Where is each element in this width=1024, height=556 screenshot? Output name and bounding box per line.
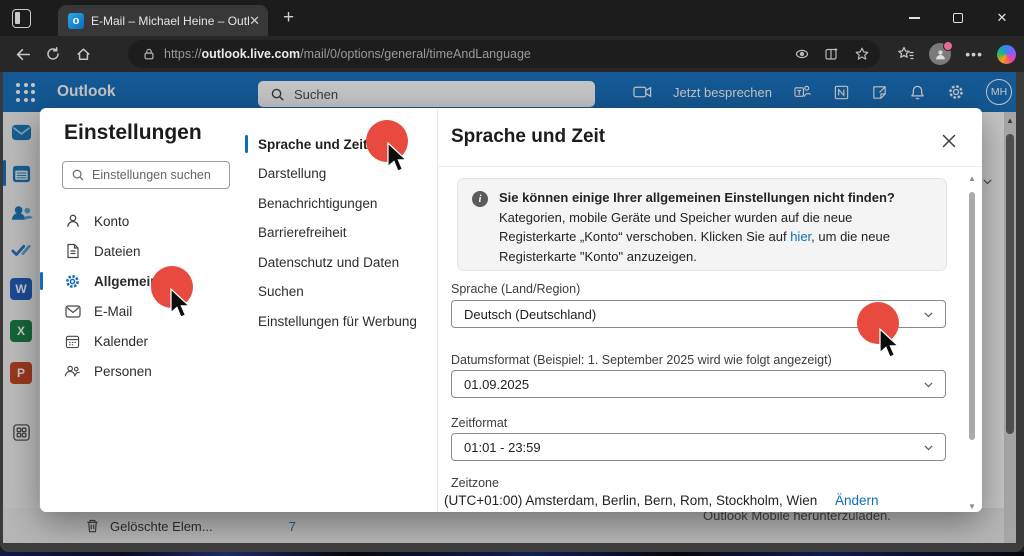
cursor-icon	[167, 288, 191, 320]
minimize-button[interactable]	[892, 0, 936, 36]
tab-title: E-Mail – Michael Heine – Outlook	[91, 14, 249, 28]
person-icon	[64, 213, 81, 229]
time-format-select[interactable]: 01:01 - 23:59	[451, 433, 946, 461]
favorite-star-icon[interactable]	[854, 46, 870, 62]
dialog-scrollbar[interactable]: ▲ ▼	[968, 174, 976, 510]
browser-menu-icon[interactable]: •••	[965, 46, 983, 62]
timezone-change-link[interactable]: Ändern	[835, 493, 879, 508]
reveal-icon[interactable]	[794, 46, 810, 62]
title-divider	[437, 166, 982, 167]
category-konto[interactable]: Konto	[52, 206, 232, 236]
refresh-icon[interactable]	[38, 46, 68, 62]
window-controls: ✕	[892, 0, 1024, 36]
hier-link[interactable]: hier	[790, 229, 811, 244]
info-icon: i	[472, 191, 488, 207]
dialog-scrollbar-thumb[interactable]	[969, 192, 975, 440]
date-format-select[interactable]: 01.09.2025	[451, 370, 946, 398]
chevron-down-icon	[922, 308, 935, 321]
category-selected-indicator	[40, 272, 43, 290]
browser-toolbar: https://outlook.live.com/mail/0/options/…	[0, 36, 1024, 72]
cursor-icon	[876, 328, 900, 360]
cursor-icon	[384, 142, 408, 174]
gear-icon	[64, 273, 81, 290]
category-personen[interactable]: Personen	[52, 356, 232, 386]
timezone-value-line: (UTC+01:00) Amsterdam, Berlin, Bern, Rom…	[444, 493, 879, 508]
home-icon[interactable]	[68, 46, 98, 63]
category-dateien[interactable]: Dateien	[52, 236, 232, 266]
taskbar-edge	[0, 552, 1024, 556]
window-frame-left	[0, 72, 3, 543]
copilot-icon[interactable]	[997, 45, 1016, 64]
date-format-label: Datumsformat (Beispiel: 1. September 202…	[451, 353, 832, 367]
section-suchen[interactable]: Suchen	[245, 277, 425, 306]
category-kalender[interactable]: Kalender	[52, 326, 232, 356]
info-box: i Sie können einige Ihrer allgemeinen Ei…	[457, 178, 947, 271]
settings-title: Einstellungen	[64, 121, 202, 145]
maximize-button[interactable]	[936, 0, 980, 36]
timezone-label: Zeitzone	[451, 476, 499, 490]
section-benachrichtigungen[interactable]: Benachrichtigungen	[245, 189, 425, 218]
panel-divider	[437, 108, 438, 512]
settings-search-box[interactable]	[62, 161, 230, 189]
close-window-button[interactable]: ✕	[980, 0, 1024, 36]
settings-search-input[interactable]	[92, 168, 217, 182]
window-frame-bottom	[0, 543, 1024, 552]
close-icon[interactable]	[938, 130, 960, 152]
tab-actions-icon[interactable]	[12, 9, 31, 28]
chevron-down-icon	[922, 441, 935, 454]
url-text: https://outlook.live.com/mail/0/options/…	[164, 47, 780, 61]
scroll-down-icon[interactable]: ▼	[968, 502, 976, 511]
favorites-list-icon[interactable]	[897, 45, 915, 63]
section-datenschutz[interactable]: Datenschutz und Daten	[245, 248, 425, 277]
panel-title: Sprache und Zeit	[451, 126, 605, 148]
language-label: Sprache (Land/Region)	[451, 282, 580, 296]
category-allgemein[interactable]: Allgemein	[52, 266, 232, 296]
tab-close-icon[interactable]: ✕	[249, 14, 260, 27]
scroll-up-icon[interactable]: ▲	[968, 174, 976, 183]
section-werbung[interactable]: Einstellungen für Werbung	[245, 307, 425, 336]
split-screen-icon[interactable]	[824, 46, 840, 62]
back-icon[interactable]	[8, 46, 38, 63]
time-format-label: Zeitformat	[451, 416, 507, 430]
new-tab-button[interactable]: +	[283, 8, 294, 27]
search-icon	[71, 168, 85, 182]
browser-tab[interactable]: o E-Mail – Michael Heine – Outlook ✕	[58, 5, 268, 36]
chevron-down-icon	[922, 378, 935, 391]
browser-profile-avatar[interactable]	[929, 43, 951, 65]
browser-titlebar: o E-Mail – Michael Heine – Outlook ✕ + ✕	[0, 0, 1024, 36]
outlook-favicon-icon: o	[68, 13, 84, 29]
info-text: Sie können einige Ihrer allgemeinen Eins…	[499, 188, 931, 266]
category-email[interactable]: E-Mail	[52, 296, 232, 326]
lock-icon	[142, 47, 156, 61]
section-barrierefreiheit[interactable]: Barrierefreiheit	[245, 218, 425, 247]
calendar-icon	[64, 334, 81, 349]
envelope-icon	[64, 305, 81, 318]
browser-window: o E-Mail – Michael Heine – Outlook ✕ + ✕…	[0, 0, 1024, 556]
file-icon	[64, 243, 81, 259]
window-frame-right	[1016, 72, 1024, 543]
address-bar[interactable]: https://outlook.live.com/mail/0/options/…	[128, 40, 880, 68]
people-icon	[64, 364, 81, 378]
